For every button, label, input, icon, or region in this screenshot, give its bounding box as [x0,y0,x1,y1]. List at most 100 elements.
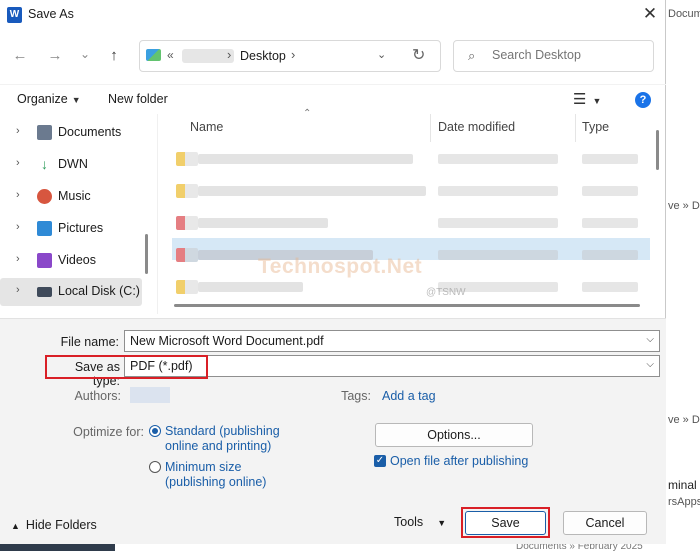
arrow-up-icon: ↑ [110,47,118,64]
file-date-redacted [438,154,558,164]
sidebar-item-dwn[interactable]: › ↓ DWN [0,151,142,179]
file-type-redacted [582,250,638,260]
expand-icon[interactable]: › [16,253,20,265]
folder-icon [176,152,198,166]
chevron-down-icon[interactable]: ⌵ [646,359,654,370]
file-row[interactable] [172,216,650,230]
breadcrumb-overflow-icon[interactable]: « [167,48,174,62]
background-document: Docum ve » De ve » De minal rsApps [666,0,700,551]
new-folder-button[interactable]: New folder [108,92,168,106]
watermark-caption: @TSNW [426,287,466,298]
file-date-redacted [438,186,558,196]
organize-button[interactable]: Organize ▼ [17,92,81,106]
column-header-date[interactable]: Date modified [438,120,515,134]
background-text: ve » De [668,414,700,426]
file-row[interactable] [172,152,650,166]
refresh-icon[interactable]: ↻ [412,45,425,65]
expand-icon[interactable]: › [16,284,20,296]
sidebar-item-documents[interactable]: › Documents [0,119,142,147]
file-list: ⌃ Name Date modified Type Technospot.Net… [157,108,657,314]
file-type-redacted [582,218,638,228]
change-view-button[interactable]: ☰ ▼ [573,90,601,108]
column-header-name[interactable]: Name [190,120,223,134]
address-bar[interactable]: « › Desktop › ⌄ ↻ [139,40,441,72]
standard-option-label-line2[interactable]: online and printing) [165,439,271,453]
file-row[interactable] [172,184,650,198]
tools-button[interactable]: Tools ▼ [394,515,446,529]
up-button[interactable]: ↑ [104,45,124,67]
command-bar: Organize ▼ New folder ☰ ▼ ? [0,84,666,114]
minimum-size-option-label[interactable]: Minimum size [165,460,241,474]
standard-radio[interactable] [149,425,161,437]
videos-icon [37,253,52,268]
navigation-pane: › Documents › ↓ DWN › Music › Pictures ›… [0,114,155,310]
caret-up-icon: ▲ [11,521,20,531]
expand-icon[interactable]: › [16,189,20,201]
drive-icon [37,287,52,297]
recent-locations-button[interactable]: ⌄ [75,43,95,65]
expand-icon[interactable]: › [16,221,20,233]
file-name-value: New Microsoft Word Document.pdf [130,334,324,348]
background-text: ve » De [668,200,700,212]
expand-icon[interactable]: › [16,157,20,169]
authors-value[interactable] [130,387,170,403]
location-icon [146,49,161,61]
forward-button[interactable]: → [45,45,65,67]
file-type-redacted [582,282,638,292]
sidebar-item-label: DWN [58,157,88,171]
chevron-right-icon[interactable]: › [227,47,231,62]
chevron-right-icon[interactable]: › [291,47,295,62]
background-text: minal [668,478,697,492]
sidebar-item-label: Music [58,189,91,203]
file-name-redacted [198,186,426,196]
minimum-size-radio[interactable] [149,461,161,473]
documents-icon [37,125,52,140]
options-button[interactable]: Options... [375,423,533,447]
search-icon: ⌕ [468,48,476,63]
open-after-publishing-label[interactable]: Open file after publishing [390,454,528,468]
background-text: rsApps [668,496,700,508]
sidebar-item-pictures[interactable]: › Pictures [0,215,142,243]
sidebar-item-local-disk[interactable]: › Local Disk (C:) [0,278,142,306]
file-row[interactable] [172,280,650,294]
breadcrumb-desktop[interactable]: Desktop [240,49,286,63]
standard-option-label[interactable]: Standard (publishing [165,424,280,438]
column-divider[interactable] [575,114,576,142]
arrow-right-icon: → [47,47,63,64]
sidebar-scrollbar[interactable] [145,234,148,274]
back-button[interactable]: ← [10,45,30,67]
background-strip: Documents » February 2025 [0,541,700,551]
sidebar-item-music[interactable]: › Music [0,183,142,211]
column-header-type[interactable]: Type [582,120,609,134]
file-type-redacted [582,154,638,164]
sidebar-item-label: Documents [58,125,122,139]
music-icon [37,189,52,204]
background-text: Docum [668,8,700,20]
save-options-panel: File name: New Microsoft Word Document.p… [0,318,666,544]
search-input[interactable] [492,48,642,62]
sidebar-item-videos[interactable]: › Videos [0,247,142,275]
folder-icon [176,280,198,294]
column-divider[interactable] [430,114,431,142]
address-dropdown-icon[interactable]: ⌄ [377,48,386,61]
search-box[interactable]: ⌕ [453,40,654,72]
file-list-vertical-scrollbar[interactable] [656,130,659,170]
hide-folders-label: Hide Folders [25,518,97,532]
file-name-label: File name: [60,335,119,349]
file-list-horizontal-scrollbar[interactable] [174,304,640,307]
hide-folders-button[interactable]: ▲ Hide Folders [11,518,97,532]
authors-label: Authors: [74,389,121,403]
cancel-button[interactable]: Cancel [563,511,647,535]
open-after-publishing-checkbox[interactable]: ✓ [374,455,386,467]
file-name-input[interactable]: New Microsoft Word Document.pdf ⌵ [124,330,660,352]
annotation-highlight-box [45,355,208,379]
expand-icon[interactable]: › [16,125,20,137]
help-icon[interactable]: ? [635,92,651,108]
caret-down-icon: ▼ [592,96,602,106]
minimum-size-option-label-line2[interactable]: (publishing online) [165,475,266,489]
close-button[interactable]: ✕ [636,2,664,28]
chevron-down-icon: ⌄ [79,47,91,61]
file-name-redacted [198,282,303,292]
add-tag-link[interactable]: Add a tag [382,389,436,403]
chevron-down-icon[interactable]: ⌵ [646,334,654,345]
